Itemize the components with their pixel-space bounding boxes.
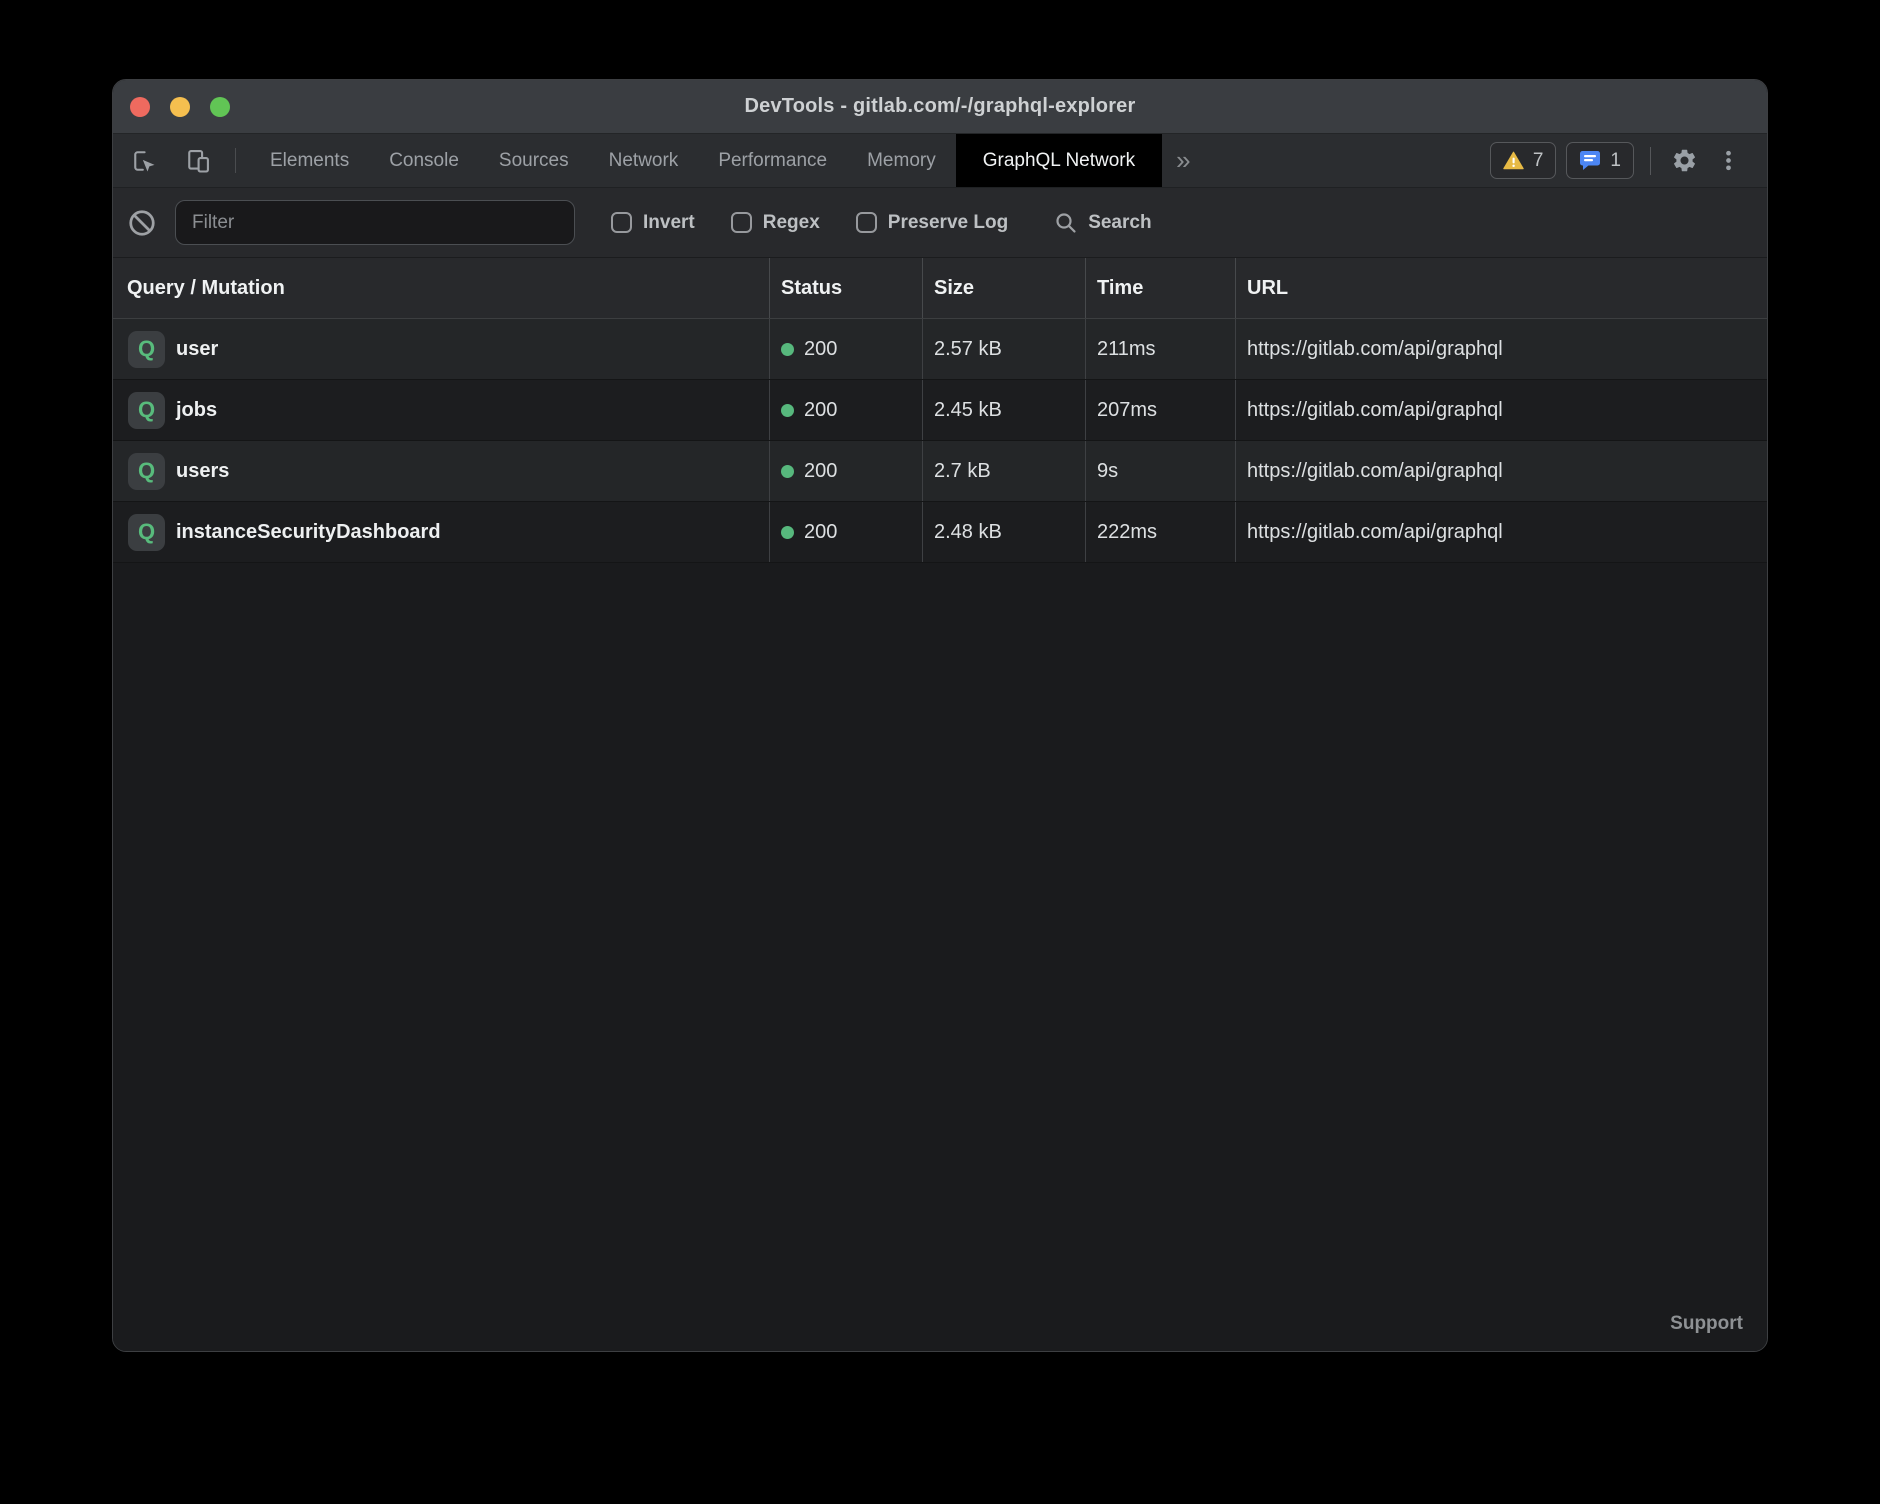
query-type-badge: Q — [128, 514, 165, 551]
devtools-tab-bar: Elements Console Sources Network Perform… — [113, 134, 1767, 188]
search-button[interactable]: Search — [1054, 211, 1151, 235]
empty-results-area: Support — [113, 563, 1767, 1351]
tab-elements[interactable]: Elements — [250, 134, 369, 187]
search-label: Search — [1088, 212, 1151, 234]
status-ok-dot — [781, 526, 794, 539]
table-header-row: Query / Mutation Status Size Time URL — [113, 258, 1767, 319]
settings-gear-icon[interactable] — [1667, 144, 1701, 178]
table-row[interactable]: Q users 200 2.7 kB 9s https://gitlab.com… — [113, 441, 1767, 502]
title-bar: DevTools - gitlab.com/-/graphql-explorer — [113, 80, 1767, 134]
size-value: 2.7 kB — [922, 441, 1085, 501]
more-tabs-icon[interactable]: » — [1162, 134, 1204, 187]
preserve-log-checkbox[interactable] — [856, 212, 877, 233]
table-row[interactable]: Q jobs 200 2.45 kB 207ms https://gitlab.… — [113, 380, 1767, 441]
warning-icon — [1503, 151, 1524, 170]
controls-separator — [1650, 147, 1651, 175]
devtools-window: DevTools - gitlab.com/-/graphql-explorer… — [112, 79, 1768, 1352]
size-value: 2.48 kB — [922, 502, 1085, 562]
messages-badge[interactable]: 1 — [1566, 142, 1634, 179]
tab-sources[interactable]: Sources — [479, 134, 589, 187]
screen-background: DevTools - gitlab.com/-/graphql-explorer… — [0, 0, 1880, 1504]
tabbar-right-controls: 7 1 — [1490, 134, 1745, 187]
filter-toolbar: Invert Regex Preserve Log Search — [113, 188, 1767, 258]
search-icon — [1054, 211, 1078, 235]
regex-label: Regex — [763, 212, 820, 234]
status-value: 200 — [804, 521, 837, 544]
status-value: 200 — [804, 399, 837, 422]
query-name: instanceSecurityDashboard — [176, 521, 441, 544]
time-value: 211ms — [1085, 319, 1235, 379]
more-options-kebab-icon[interactable] — [1711, 144, 1745, 178]
block-requests-icon[interactable] — [127, 208, 157, 238]
chat-bubble-icon — [1579, 150, 1601, 171]
toggle-device-toolbar-icon[interactable] — [183, 134, 213, 187]
invert-label: Invert — [643, 212, 695, 234]
url-value: https://gitlab.com/api/graphql — [1235, 380, 1767, 440]
tab-console[interactable]: Console — [369, 134, 479, 187]
window-title: DevTools - gitlab.com/-/graphql-explorer — [113, 95, 1767, 118]
invert-checkbox[interactable] — [611, 212, 632, 233]
regex-checkbox-group: Regex — [731, 212, 820, 234]
column-header-status[interactable]: Status — [769, 258, 922, 318]
tab-graphql-network[interactable]: GraphQL Network — [956, 134, 1162, 187]
table-row[interactable]: Q user 200 2.57 kB 211ms https://gitlab.… — [113, 319, 1767, 380]
status-ok-dot — [781, 404, 794, 417]
warnings-count: 7 — [1533, 150, 1544, 172]
status-ok-dot — [781, 465, 794, 478]
tab-performance[interactable]: Performance — [698, 134, 847, 187]
time-value: 222ms — [1085, 502, 1235, 562]
panel-tabs: Elements Console Sources Network Perform… — [250, 134, 1162, 187]
column-header-url[interactable]: URL — [1235, 258, 1767, 318]
filter-input[interactable] — [175, 200, 575, 245]
size-value: 2.57 kB — [922, 319, 1085, 379]
table-row[interactable]: Q instanceSecurityDashboard 200 2.48 kB … — [113, 502, 1767, 563]
warnings-badge[interactable]: 7 — [1490, 142, 1557, 179]
invert-checkbox-group: Invert — [611, 212, 695, 234]
column-header-query-mutation[interactable]: Query / Mutation — [113, 258, 769, 318]
query-type-badge: Q — [128, 453, 165, 490]
tabbar-separator — [235, 148, 236, 173]
status-ok-dot — [781, 343, 794, 356]
tab-network[interactable]: Network — [589, 134, 699, 187]
query-name: jobs — [176, 399, 217, 422]
support-link[interactable]: Support — [1670, 1313, 1743, 1335]
column-header-time[interactable]: Time — [1085, 258, 1235, 318]
messages-count: 1 — [1610, 150, 1621, 172]
url-value: https://gitlab.com/api/graphql — [1235, 441, 1767, 501]
column-header-size[interactable]: Size — [922, 258, 1085, 318]
url-value: https://gitlab.com/api/graphql — [1235, 502, 1767, 562]
preserve-log-checkbox-group: Preserve Log — [856, 212, 1008, 234]
query-type-badge: Q — [128, 392, 165, 429]
status-value: 200 — [804, 338, 837, 361]
preserve-log-label: Preserve Log — [888, 212, 1008, 234]
regex-checkbox[interactable] — [731, 212, 752, 233]
status-value: 200 — [804, 460, 837, 483]
time-value: 207ms — [1085, 380, 1235, 440]
time-value: 9s — [1085, 441, 1235, 501]
size-value: 2.45 kB — [922, 380, 1085, 440]
tab-memory[interactable]: Memory — [847, 134, 956, 187]
query-type-badge: Q — [128, 331, 165, 368]
inspect-element-icon[interactable] — [129, 134, 159, 187]
url-value: https://gitlab.com/api/graphql — [1235, 319, 1767, 379]
query-name: user — [176, 338, 218, 361]
query-name: users — [176, 460, 229, 483]
